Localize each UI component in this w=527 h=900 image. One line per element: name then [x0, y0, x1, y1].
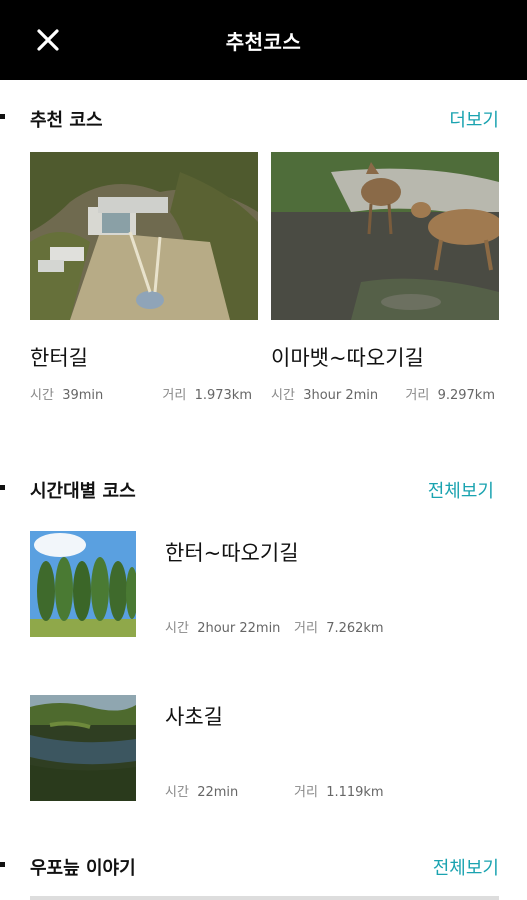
section-bullet [0, 485, 5, 490]
list-item[interactable]: 사초길 시간 22min 거리 1.119km [30, 695, 500, 801]
section-bullet [0, 862, 5, 867]
poplar-trees-photo [30, 531, 136, 637]
course-name: 이마뱃~따오기길 [271, 346, 424, 370]
course-card[interactable]: 이마뱃~따오기길 시간 3hour 2min 거리 9.297km [271, 152, 499, 403]
course-time: 시간 39min [30, 388, 104, 403]
section-header-by-time: 시간대별 코스 전체보기 [0, 473, 527, 503]
view-all-button-stories[interactable]: 전체보기 [433, 854, 499, 880]
section-title-recommended: 추천 코스 [30, 110, 103, 131]
course-name: 한터길 [30, 346, 88, 370]
list-item[interactable]: 한터~따오기길 시간 2hour 22min 거리 7.262km [30, 531, 500, 637]
course-name: 한터~따오기길 [165, 541, 299, 565]
course-card[interactable]: 한터길 시간 39min 거리 1.973km [30, 152, 258, 403]
course-time: 시간 2hour 22min [165, 621, 281, 636]
course-time: 시간 22min [165, 785, 239, 800]
more-button-recommended[interactable]: 더보기 [449, 106, 499, 132]
deer-photo [271, 152, 499, 320]
wetland-photo [30, 695, 136, 801]
section-title-by-time: 시간대별 코스 [30, 481, 136, 502]
course-distance: 거리 1.973km [162, 388, 252, 403]
section-divider [30, 896, 499, 900]
course-distance: 거리 9.297km [405, 388, 495, 403]
course-time: 시간 3hour 2min [271, 388, 379, 403]
view-all-button-by-time[interactable]: 전체보기 [428, 477, 494, 503]
course-name: 사초길 [165, 705, 223, 729]
section-title-stories: 우포늪 이야기 [30, 858, 136, 879]
section-header-stories: 우포늪 이야기 전체보기 [0, 850, 527, 880]
app-bar: 추천코스 [0, 0, 527, 80]
course-distance: 거리 1.119km [294, 785, 384, 800]
section-bullet [0, 114, 5, 119]
page-title: 추천코스 [225, 30, 302, 54]
section-header-recommended: 추천 코스 더보기 [0, 102, 527, 132]
course-distance: 거리 7.262km [294, 621, 384, 636]
aerial-building-photo [30, 152, 258, 320]
